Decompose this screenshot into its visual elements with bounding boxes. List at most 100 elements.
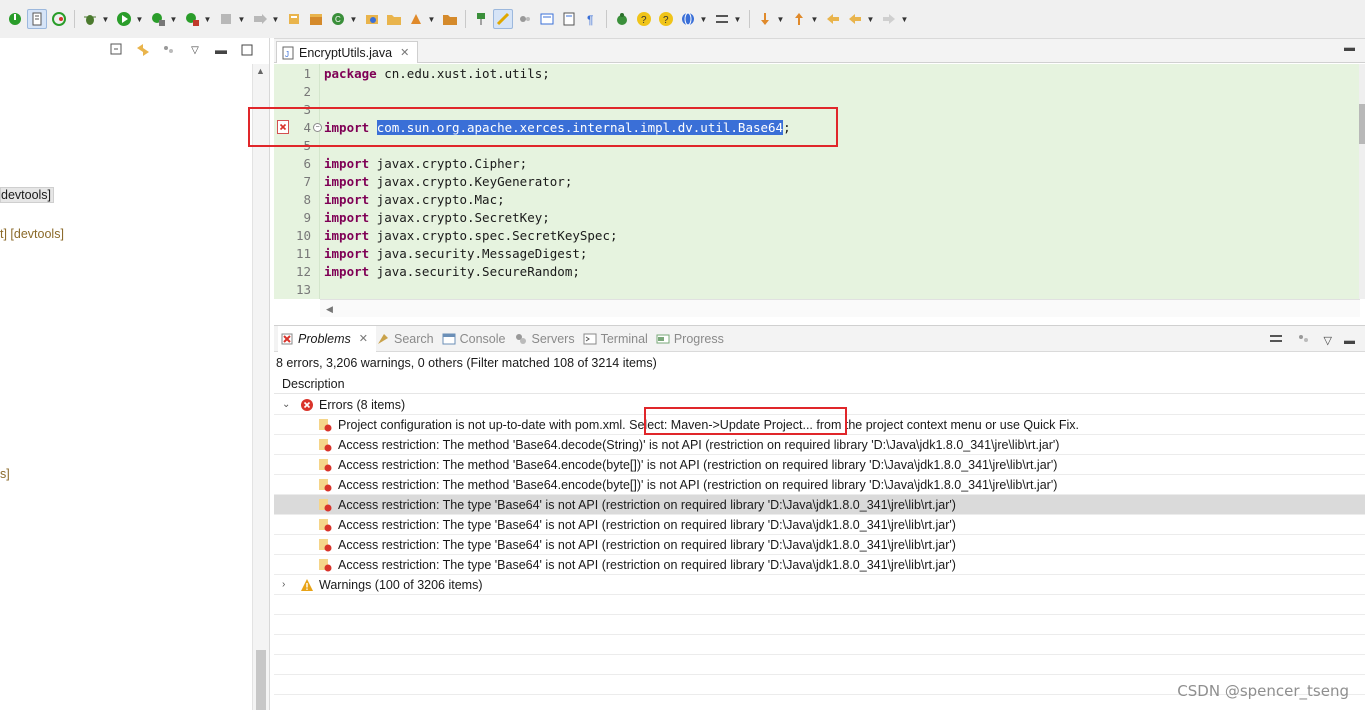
search-help-icon[interactable]: ?: [634, 9, 654, 29]
tab-console[interactable]: Console: [442, 326, 514, 352]
code-area[interactable]: 1 2 3 4 5 6 7 8 9 10 11 12 13 − package cn.edu.xust.…: [274, 64, 1360, 299]
package-explorer-scrollbar[interactable]: ▲: [252, 64, 269, 710]
error-row[interactable]: Access restriction: The method 'Base64.e…: [274, 475, 1365, 495]
error-row[interactable]: Access restriction: The method 'Base64.e…: [274, 455, 1365, 475]
mark-occurrences-icon[interactable]: [493, 9, 513, 29]
error-row[interactable]: Access restriction: The type 'Base64' is…: [274, 555, 1365, 575]
scrollbar-thumb[interactable]: [1359, 104, 1365, 144]
editor-vertical-scrollbar[interactable]: [1359, 64, 1365, 299]
next-annotation-dropdown-icon[interactable]: ▼: [776, 9, 785, 29]
tab-problems[interactable]: Problems ✕: [278, 325, 377, 352]
debug-dropdown-icon[interactable]: ▼: [101, 9, 110, 29]
run-icon[interactable]: [114, 9, 134, 29]
scrollbar-thumb[interactable]: [256, 650, 266, 710]
previous-annotation-dropdown-icon[interactable]: ▼: [810, 9, 819, 29]
warnings-group-row[interactable]: › Warnings (100 of 3206 items): [274, 575, 1365, 595]
minimize-icon[interactable]: ▬: [1344, 335, 1355, 347]
tree-item-fragment[interactable]: t] [devtools]: [0, 227, 64, 241]
bug-icon[interactable]: [612, 9, 632, 29]
word-wrap-icon[interactable]: [515, 9, 535, 29]
scroll-left-arrow-icon[interactable]: ◀: [326, 304, 333, 314]
rocket-dropdown-icon[interactable]: ▼: [427, 9, 436, 29]
help-icon[interactable]: ?: [656, 9, 676, 29]
link-with-editor-icon[interactable]: [135, 42, 151, 58]
error-row[interactable]: Access restriction: The method 'Base64.d…: [274, 435, 1365, 455]
coverage-icon[interactable]: [148, 9, 168, 29]
package-icon[interactable]: [306, 9, 326, 29]
error-row[interactable]: Access restriction: The type 'Base64' is…: [274, 535, 1365, 555]
deploy-dropdown-icon[interactable]: ▼: [271, 9, 280, 29]
tree-item-fragment[interactable]: s]: [0, 467, 10, 481]
rocket-icon[interactable]: [406, 9, 426, 29]
open-resource-icon[interactable]: [440, 9, 460, 29]
errors-group-row[interactable]: ⌄ Errors (8 items): [274, 395, 1365, 415]
pin-icon[interactable]: [471, 9, 491, 29]
external-tools-dropdown-icon[interactable]: ▼: [203, 9, 212, 29]
stop-dropdown-icon[interactable]: ▼: [237, 9, 246, 29]
error-row-maven[interactable]: Project configuration is not up-to-date …: [274, 415, 1365, 435]
new-class-dropdown-icon[interactable]: ▼: [349, 9, 358, 29]
code-line[interactable]: import com.sun.org.apache.xerces.interna…: [324, 119, 791, 137]
code-line[interactable]: import javax.crypto.SecretKey;: [324, 209, 550, 227]
external-tools-icon[interactable]: [182, 9, 202, 29]
tree-item-fragment[interactable]: devtools]: [0, 187, 55, 203]
deploy-icon[interactable]: [250, 9, 270, 29]
new-class-icon[interactable]: C: [328, 9, 348, 29]
error-marker-icon[interactable]: [277, 120, 289, 134]
view-menu-icon[interactable]: ▽: [1324, 334, 1332, 347]
show-whitespace-icon[interactable]: [559, 9, 579, 29]
close-tab-icon[interactable]: ✕: [359, 332, 368, 345]
view-menu-icon[interactable]: ▽: [187, 42, 203, 58]
forward-dropdown-icon[interactable]: ▼: [900, 9, 909, 29]
open-type-icon[interactable]: [362, 9, 382, 29]
maximize-icon[interactable]: [239, 42, 255, 58]
expand-chevron-icon[interactable]: ›: [282, 575, 285, 595]
tab-encryptutils-java[interactable]: J EncryptUtils.java ✕: [276, 41, 419, 63]
code-line[interactable]: import javax.crypto.Mac;: [324, 191, 505, 209]
forward-icon[interactable]: [879, 9, 899, 29]
arrange-dropdown-icon[interactable]: ▼: [733, 9, 742, 29]
collapse-all-icon[interactable]: [109, 42, 125, 58]
tab-terminal[interactable]: Terminal: [583, 326, 656, 352]
back-icon[interactable]: [845, 9, 865, 29]
view-menu-dots-icon[interactable]: [1296, 331, 1312, 350]
tab-progress[interactable]: Progress: [656, 326, 732, 352]
code-line[interactable]: import java.security.MessageDigest;: [324, 245, 587, 263]
error-row[interactable]: Access restriction: The type 'Base64' is…: [274, 495, 1365, 515]
globe-icon[interactable]: [678, 9, 698, 29]
view-menu-dots-icon[interactable]: [161, 42, 177, 58]
toggle-block-selection-icon[interactable]: [27, 9, 47, 29]
back-dropdown-icon[interactable]: ▼: [866, 9, 875, 29]
column-header-description[interactable]: Description: [274, 374, 1365, 394]
arrange-icon[interactable]: [712, 9, 732, 29]
fold-toggle-icon[interactable]: −: [313, 123, 322, 132]
next-annotation-icon[interactable]: [755, 9, 775, 29]
editor-minimize-icon[interactable]: ▬: [1344, 42, 1355, 54]
close-tab-icon[interactable]: ✕: [400, 46, 409, 59]
editor-horizontal-scrollbar[interactable]: ◀: [320, 299, 1360, 317]
power-icon[interactable]: [5, 9, 25, 29]
collapse-chevron-icon[interactable]: ⌄: [282, 395, 290, 415]
previous-annotation-icon[interactable]: [789, 9, 809, 29]
minimize-icon[interactable]: ▬: [213, 42, 229, 58]
last-edit-location-icon[interactable]: [823, 9, 843, 29]
code-line[interactable]: package cn.edu.xust.iot.utils;: [324, 65, 550, 83]
code-line[interactable]: import javax.crypto.KeyGenerator;: [324, 173, 572, 191]
globe-dropdown-icon[interactable]: ▼: [699, 9, 708, 29]
scroll-up-arrow-icon[interactable]: ▲: [256, 66, 265, 76]
error-row[interactable]: Access restriction: The type 'Base64' is…: [274, 515, 1365, 535]
code-line[interactable]: import javax.crypto.Cipher;: [324, 155, 527, 173]
block-icon[interactable]: [537, 9, 557, 29]
run-dropdown-icon[interactable]: ▼: [135, 9, 144, 29]
new-server-icon[interactable]: [284, 9, 304, 29]
refresh-icon[interactable]: [49, 9, 69, 29]
tab-servers[interactable]: Servers: [514, 326, 583, 352]
tab-search[interactable]: Search: [376, 326, 442, 352]
coverage-dropdown-icon[interactable]: ▼: [169, 9, 178, 29]
code-line[interactable]: import java.security.SecureRandom;: [324, 263, 580, 281]
open-folder-icon[interactable]: [384, 9, 404, 29]
paragraph-icon[interactable]: ¶: [581, 9, 601, 29]
filter-icon[interactable]: [1268, 331, 1284, 350]
debug-icon[interactable]: [80, 9, 100, 29]
stop-icon[interactable]: [216, 9, 236, 29]
